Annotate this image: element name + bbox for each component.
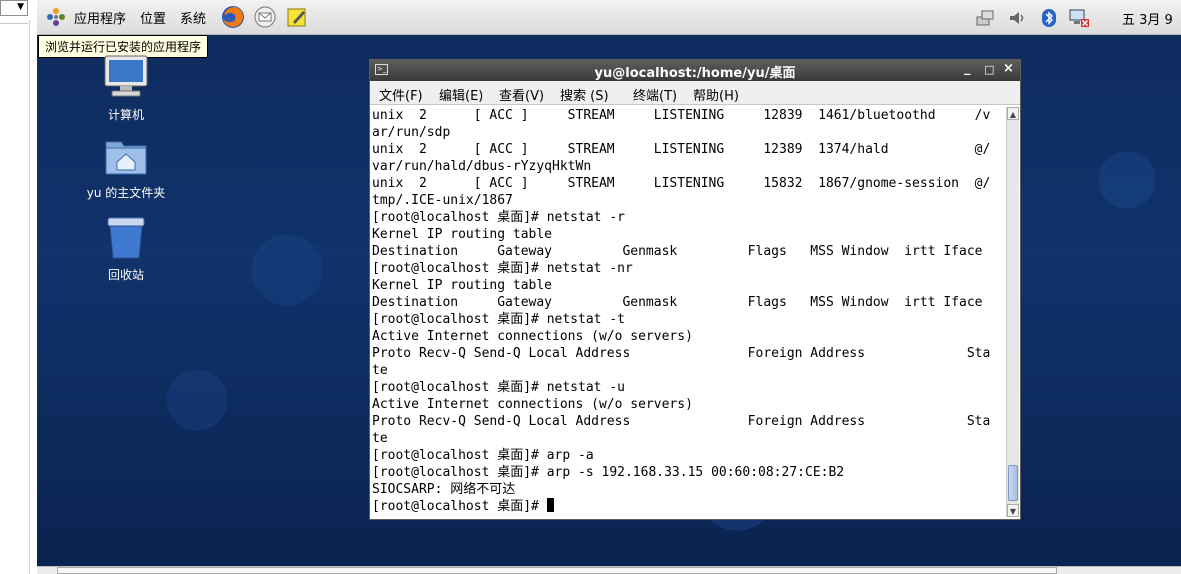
terminal-output[interactable]: unix 2 [ ACC ] STREAM LISTENING 12839 14… — [372, 107, 1004, 517]
menu-places[interactable]: 位置 — [140, 8, 166, 27]
terminal-menubar: 文件(F) 编辑(E) 查看(V) 搜索 (S) 终端(T) 帮助(H) — [370, 81, 1020, 105]
host-horizontal-scrollbar[interactable] — [37, 566, 1181, 574]
terminal-line: Proto Recv-Q Send-Q Local Address Foreig… — [372, 414, 991, 429]
host-divider — [0, 23, 28, 24]
desktop-icon-computer[interactable]: 计算机 — [71, 54, 181, 123]
top-panel: 应用程序 位置 系统 五 3月 9 — [37, 0, 1181, 35]
chevron-down-icon[interactable]: ▼ — [17, 2, 24, 12]
terminal-line: [root@localhost 桌面]# netstat -r — [372, 210, 625, 225]
terminal-line: [root@localhost 桌面]# arp -s 192.168.33.1… — [372, 465, 845, 480]
terminal-line: Kernel IP routing table — [372, 278, 553, 293]
terminal-line: Kernel IP routing table — [372, 227, 553, 242]
mail-icon[interactable] — [253, 5, 277, 29]
terminal-line: SIOCSARP: 网络不可达 — [372, 482, 516, 497]
terminal-scrollbar[interactable]: ▲ ▼ — [1006, 107, 1019, 517]
scrollbar-thumb[interactable] — [1008, 465, 1018, 501]
host-combo-box[interactable]: ▼ — [0, 0, 28, 16]
desktop-icon-label: 计算机 — [107, 108, 144, 122]
trash-icon — [107, 217, 145, 259]
menu-help[interactable]: 帮助(H) — [693, 85, 739, 104]
desktop-icon-home[interactable]: yu 的主文件夹 — [71, 136, 181, 201]
scroll-up-icon[interactable]: ▲ — [1007, 107, 1019, 120]
applications-menu-icon[interactable] — [46, 7, 66, 27]
maximize-icon[interactable]: □ — [984, 63, 994, 76]
menu-search[interactable]: 搜索 (S) — [560, 85, 609, 104]
firefox-icon[interactable] — [221, 5, 245, 29]
terminal-line: Active Internet connections (w/o servers… — [372, 329, 693, 344]
menu-edit[interactable]: 编辑(E) — [439, 85, 483, 104]
desktop-icon-trash[interactable]: 回收站 — [71, 214, 181, 283]
terminal-line: tmp/.ICE-unix/1867 — [372, 193, 513, 208]
terminal-line: te — [372, 363, 388, 378]
desktop-icon-label: 回收站 — [107, 268, 144, 282]
desktop-icon-label: yu 的主文件夹 — [86, 186, 166, 200]
terminal-line: [root@localhost 桌面]# arp -a — [372, 448, 594, 463]
terminal-line: ar/run/sdp — [372, 125, 451, 140]
terminal-line: unix 2 [ ACC ] STREAM LISTENING 15832 18… — [372, 176, 991, 191]
computer-icon — [104, 55, 148, 97]
terminal-cursor — [546, 498, 554, 512]
network-status-icon[interactable] — [1068, 7, 1090, 29]
terminal-line: [root@localhost 桌面]# netstat -t — [372, 312, 625, 327]
terminal-line: var/run/hald/dbus-rYzyqHktWn — [372, 159, 592, 174]
menu-view[interactable]: 查看(V) — [499, 85, 544, 104]
scroll-down-icon[interactable]: ▼ — [1007, 504, 1019, 517]
terminal-title: yu@localhost:/home/yu/桌面 — [594, 66, 796, 81]
menu-terminal[interactable]: 终端(T) — [633, 85, 677, 104]
notes-icon[interactable] — [285, 5, 309, 29]
terminal-line: Destination Gateway Genmask Flags MSS Wi… — [372, 295, 983, 310]
host-scrollbar-thumb[interactable] — [57, 567, 1057, 574]
volume-icon[interactable] — [1006, 7, 1028, 29]
terminal-titlebar[interactable]: >_ yu@localhost:/home/yu/桌面 _ □ × — [370, 60, 1020, 81]
menu-system[interactable]: 系统 — [180, 8, 206, 27]
close-icon[interactable]: × — [1003, 61, 1014, 76]
terminal-window[interactable]: >_ yu@localhost:/home/yu/桌面 _ □ × 文件(F) … — [369, 59, 1021, 520]
menu-applications[interactable]: 应用程序 — [74, 8, 126, 27]
menu-file[interactable]: 文件(F) — [379, 85, 423, 104]
bluetooth-icon[interactable] — [1038, 7, 1060, 29]
terminal-line: Proto Recv-Q Send-Q Local Address Foreig… — [372, 346, 991, 361]
terminal-line: Destination Gateway Genmask Flags MSS Wi… — [372, 244, 983, 259]
terminal-line: unix 2 [ ACC ] STREAM LISTENING 12839 14… — [372, 108, 991, 123]
network-icon[interactable] — [974, 7, 996, 29]
terminal-line: [root@localhost 桌面]# netstat -u — [372, 380, 625, 395]
terminal-line: [root@localhost 桌面]# netstat -nr — [372, 261, 633, 276]
host-divider-vertical — [29, 20, 30, 574]
panel-clock[interactable]: 五 3月 9 — [1122, 9, 1173, 28]
minimize-icon[interactable]: _ — [964, 61, 971, 76]
terminal-line: unix 2 [ ACC ] STREAM LISTENING 12389 13… — [372, 142, 991, 157]
terminal-prompt: [root@localhost 桌面]# — [372, 499, 547, 514]
terminal-prompt-line[interactable]: [root@localhost 桌面]# — [372, 498, 1004, 515]
host-left-panel: ▼ — [0, 0, 38, 574]
terminal-line: Active Internet connections (w/o servers… — [372, 397, 693, 412]
terminal-line: te — [372, 431, 388, 446]
home-folder-icon — [105, 141, 147, 175]
